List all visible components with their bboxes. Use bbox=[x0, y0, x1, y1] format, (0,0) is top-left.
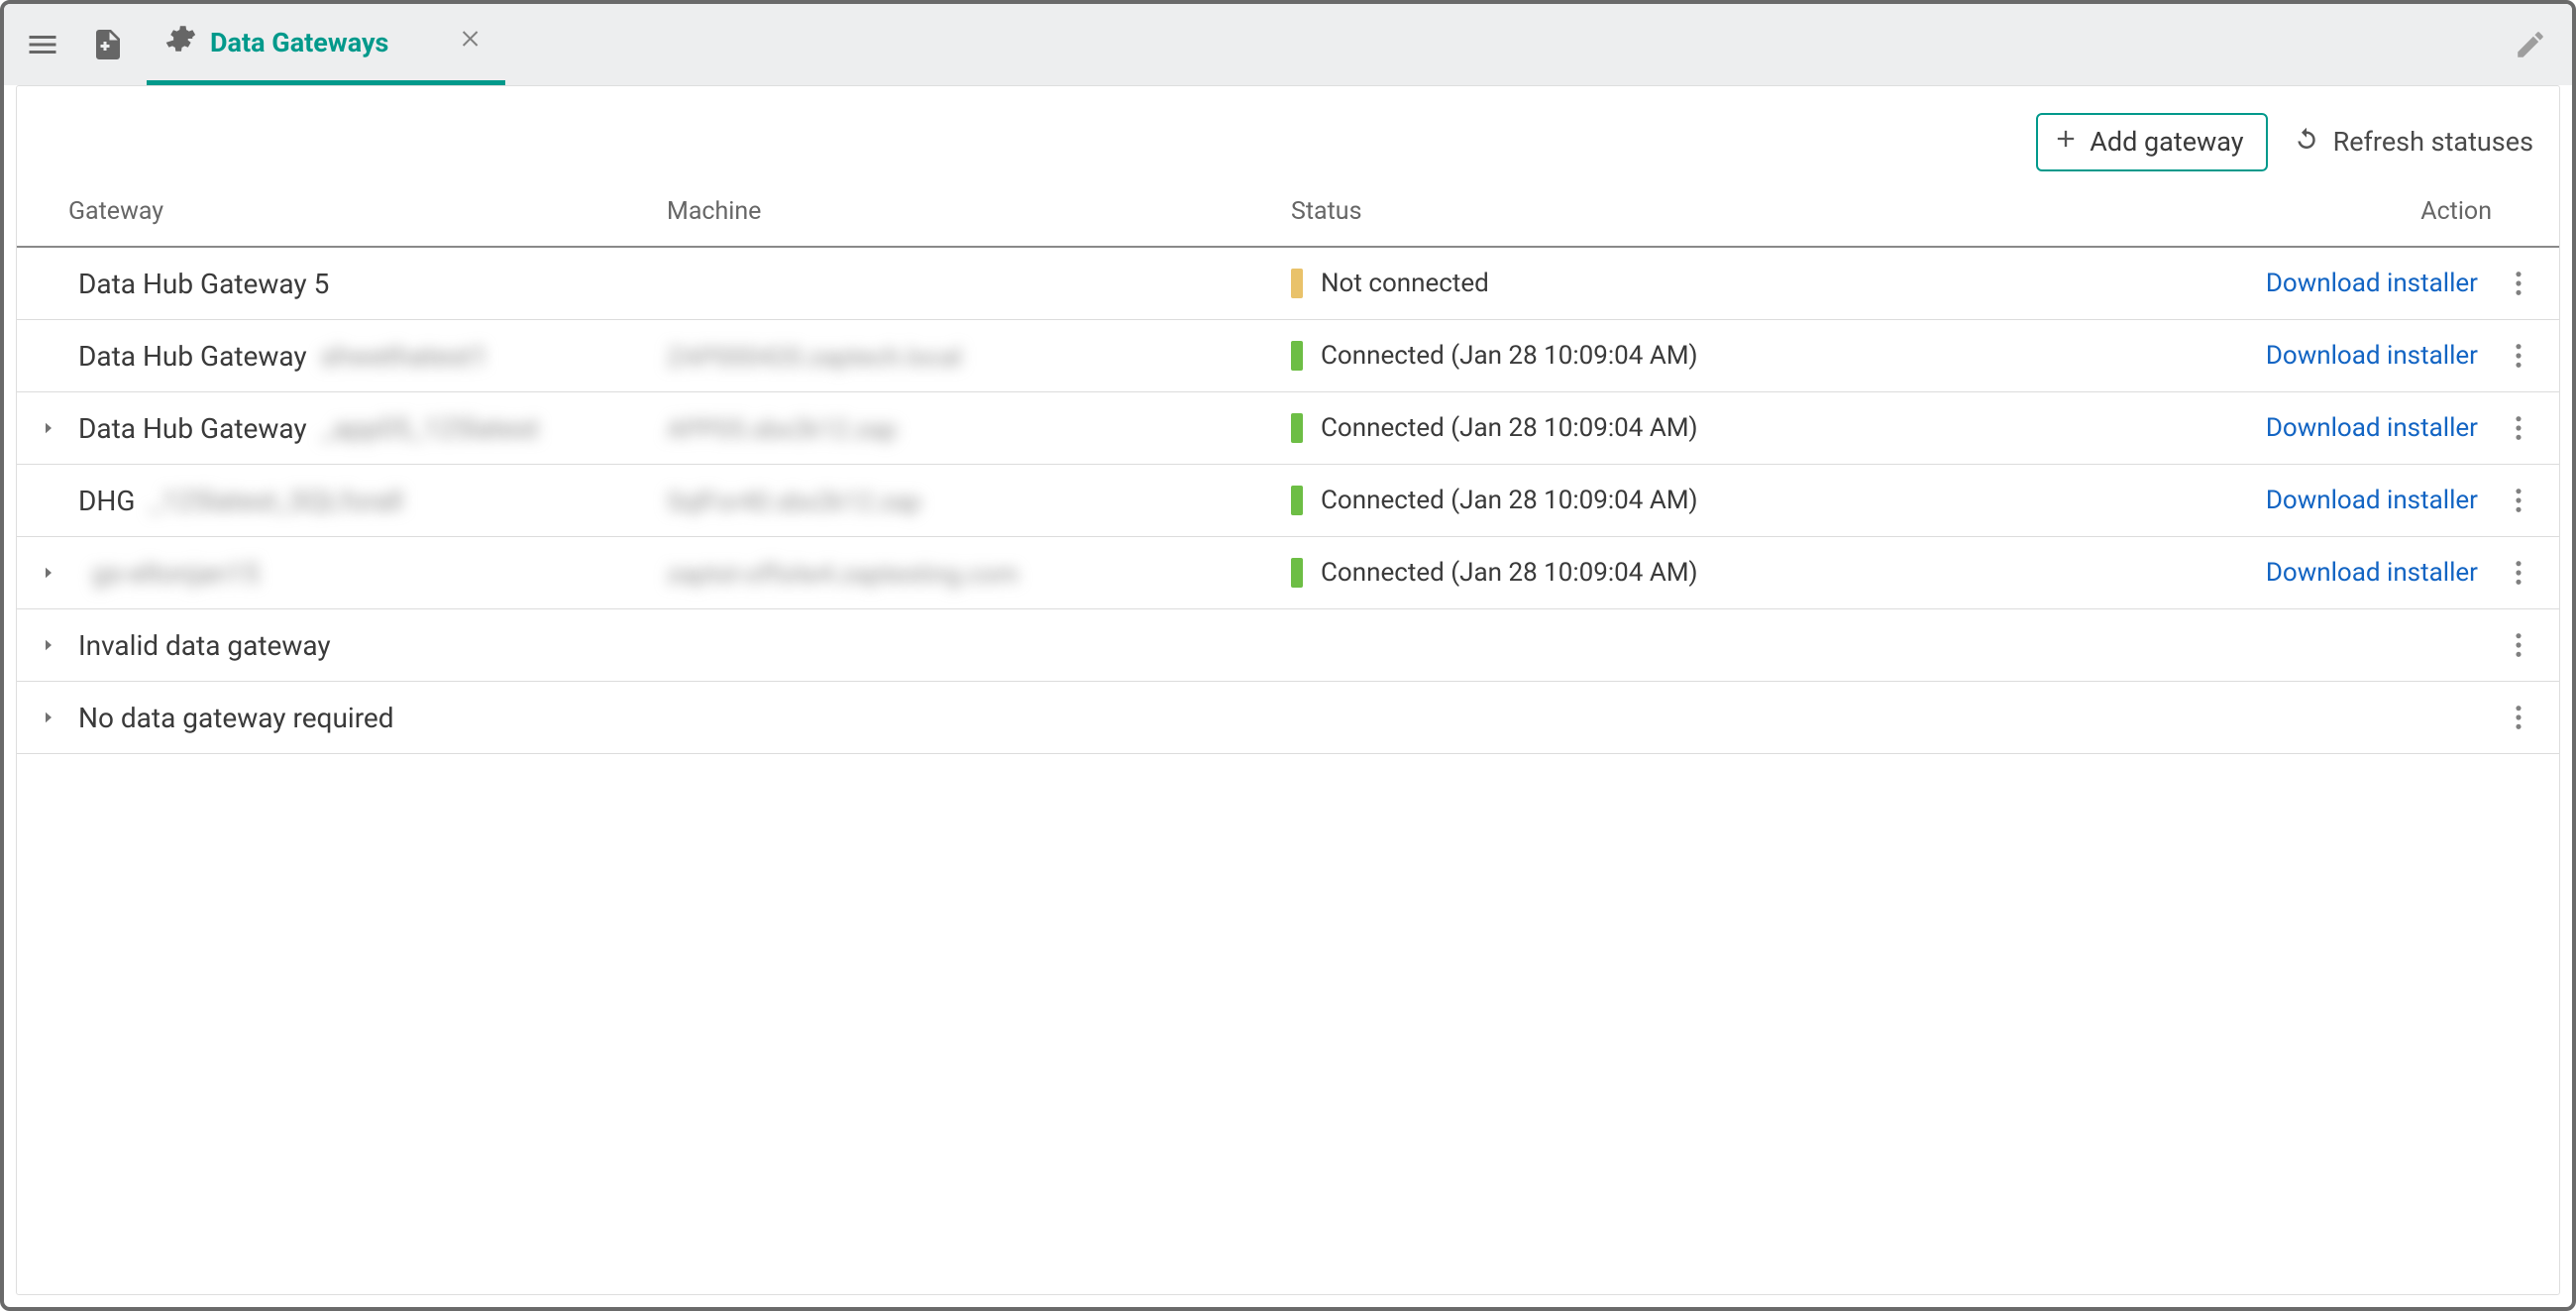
expand-toggle-icon[interactable] bbox=[33, 709, 64, 726]
new-doc-icon[interactable] bbox=[79, 16, 137, 73]
gear-icon bbox=[162, 22, 196, 62]
menu-icon[interactable] bbox=[14, 16, 71, 73]
table-row[interactable]: Invalid data gateway bbox=[17, 609, 2559, 682]
row-menu-icon[interactable] bbox=[2504, 483, 2533, 518]
download-installer-link[interactable]: Download installer bbox=[2266, 269, 2478, 298]
expand-toggle-icon[interactable] bbox=[33, 419, 64, 437]
row-menu-icon[interactable] bbox=[2504, 555, 2533, 591]
app-topbar: Data Gateways bbox=[4, 4, 2572, 85]
download-installer-link[interactable]: Download installer bbox=[2266, 413, 2478, 443]
tab-label: Data Gateways bbox=[210, 27, 388, 58]
gateway-name: Data Hub Gateway bbox=[78, 412, 307, 445]
table-row[interactable]: Data Hub Gateway _app05_125latest APP05.sb… bbox=[17, 392, 2559, 465]
machine-name-redacted: ZAP000420.zaptech.local bbox=[667, 343, 962, 373]
status-indicator bbox=[1291, 413, 1303, 443]
row-menu-icon[interactable] bbox=[2504, 338, 2533, 374]
row-menu-icon[interactable] bbox=[2504, 266, 2533, 301]
machine-name-redacted: APP05.sbx2k12.zap bbox=[667, 415, 897, 445]
gateway-name: Data Hub Gateway bbox=[78, 340, 307, 373]
status-text: Connected (Jan 28 10:09:04 AM) bbox=[1321, 341, 1698, 371]
gateway-name-redacted: gs-eltonjan15 bbox=[92, 557, 260, 590]
row-menu-icon[interactable] bbox=[2504, 627, 2533, 663]
gateway-name: Invalid data gateway bbox=[78, 629, 331, 662]
status-indicator bbox=[1291, 486, 1303, 515]
gateway-name-redacted: _app05_125latest bbox=[321, 412, 539, 445]
download-installer-link[interactable]: Download installer bbox=[2266, 486, 2478, 515]
add-gateway-button[interactable]: Add gateway bbox=[2036, 113, 2267, 171]
plus-icon bbox=[2052, 125, 2080, 160]
table-row[interactable]: Data Hub Gateway 5 Not connected Download … bbox=[17, 247, 2559, 320]
gateway-name: Data Hub Gateway 5 bbox=[78, 268, 329, 300]
status-text: Connected (Jan 28 10:09:04 AM) bbox=[1321, 486, 1698, 515]
row-menu-icon[interactable] bbox=[2504, 700, 2533, 735]
refresh-statuses-button[interactable]: Refresh statuses bbox=[2292, 124, 2533, 161]
status-text: Not connected bbox=[1321, 269, 1489, 298]
gateway-name-redacted: shwethatest1 bbox=[321, 340, 488, 373]
table-row[interactable]: Data Hub Gateway shwethatest1 ZAP000420.z… bbox=[17, 320, 2559, 392]
content-panel: Add gateway Refresh statuses Gateway Mac… bbox=[16, 85, 2560, 1295]
col-header-action: Action bbox=[2197, 177, 2559, 247]
col-header-gateway[interactable]: Gateway bbox=[17, 177, 651, 247]
status-text: Connected (Jan 28 10:09:04 AM) bbox=[1321, 413, 1698, 443]
gateway-name: DHG bbox=[78, 485, 135, 517]
close-icon[interactable] bbox=[460, 27, 483, 57]
col-header-status[interactable]: Status bbox=[1275, 177, 2197, 247]
expand-toggle-icon[interactable] bbox=[33, 636, 64, 654]
gateways-table: Gateway Machine Status Action Data Hub G… bbox=[17, 177, 2559, 754]
table-row[interactable]: DHG _125latest_SQLforall SqlFor40.sbx2k12.… bbox=[17, 465, 2559, 537]
status-indicator bbox=[1291, 341, 1303, 371]
tab-data-gateways[interactable]: Data Gateways bbox=[147, 4, 505, 85]
status-text: Connected (Jan 28 10:09:04 AM) bbox=[1321, 558, 1698, 588]
download-installer-link[interactable]: Download installer bbox=[2266, 341, 2478, 371]
col-header-machine[interactable]: Machine bbox=[651, 177, 1275, 247]
machine-name-redacted: SqlFor40.sbx2k12.zap bbox=[667, 488, 921, 517]
row-menu-icon[interactable] bbox=[2504, 410, 2533, 446]
refresh-icon bbox=[2292, 124, 2321, 161]
edit-icon[interactable] bbox=[2507, 21, 2554, 68]
table-row[interactable]: gs-eltonjan15 zaptst-offsite4.zaptesting.… bbox=[17, 537, 2559, 609]
gateway-name-redacted: _125latest_SQLforall bbox=[149, 485, 403, 517]
gateway-name: No data gateway required bbox=[78, 702, 394, 734]
add-gateway-label: Add gateway bbox=[2090, 126, 2243, 158]
expand-toggle-icon[interactable] bbox=[33, 564, 64, 582]
refresh-statuses-label: Refresh statuses bbox=[2333, 126, 2533, 158]
status-indicator bbox=[1291, 558, 1303, 588]
status-indicator bbox=[1291, 269, 1303, 298]
download-installer-link[interactable]: Download installer bbox=[2266, 558, 2478, 588]
table-row[interactable]: No data gateway required bbox=[17, 682, 2559, 754]
machine-name-redacted: zaptst-offsite4.zaptesting.com bbox=[667, 560, 1019, 590]
